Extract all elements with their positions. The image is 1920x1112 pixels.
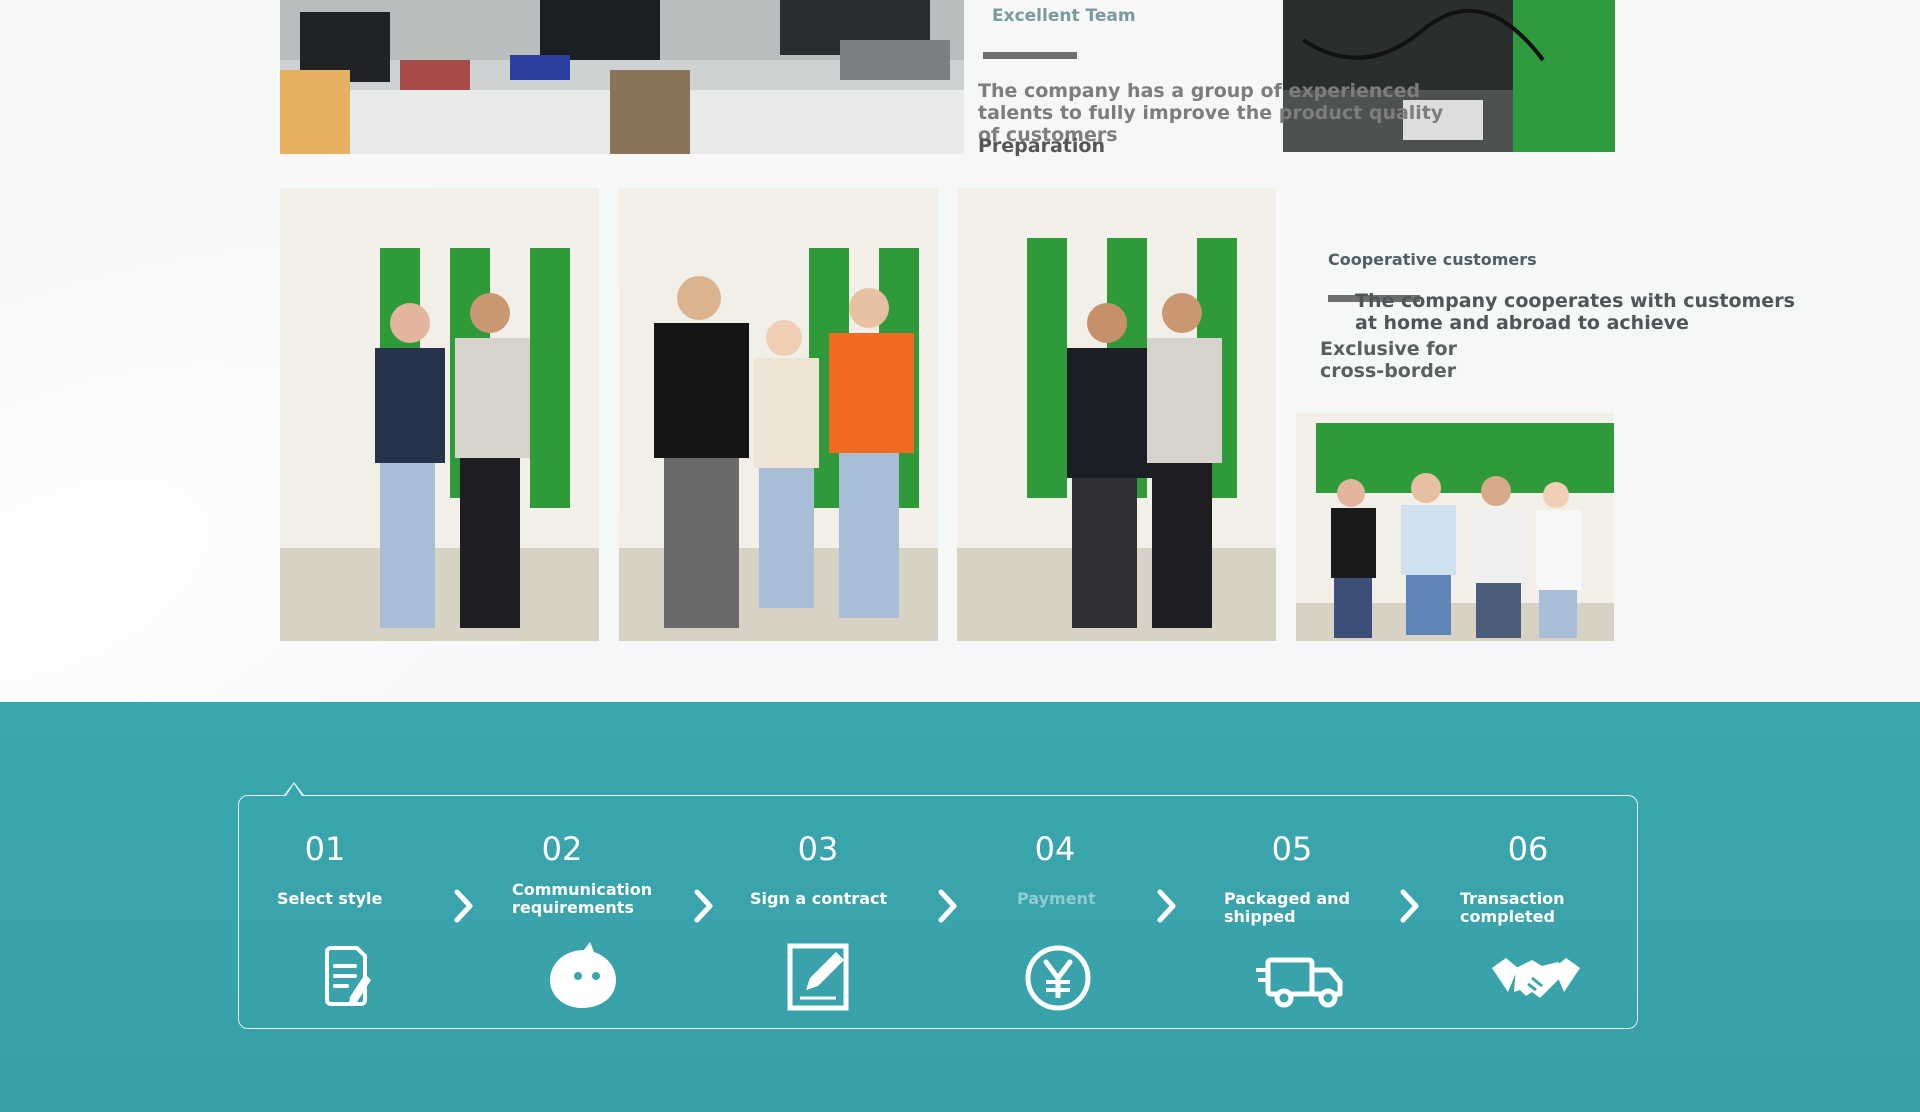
document-edit-icon [295,938,395,1018]
cooperation-exclusive: Exclusive for cross-border [1320,338,1457,382]
chevron-right-icon [1398,888,1422,924]
chevron-right-icon [452,888,476,924]
step-number: 02 [541,830,583,868]
delivery-truck-icon [1254,938,1354,1018]
chevron-right-icon [692,888,716,924]
customer-photo-4 [1296,413,1614,641]
handshake-icon [1486,938,1586,1018]
office-team-photo [280,0,964,154]
step-label: Communication requirements [512,880,653,917]
step-label: Transaction completed [1460,889,1565,926]
customer-photo-3 [957,188,1276,641]
yen-coin-icon [1008,938,1108,1018]
sign-contract-icon [768,938,868,1018]
step-number: 06 [1507,830,1549,868]
step-number: 01 [304,830,346,868]
step-label: Packaged and shipped [1224,889,1350,926]
chevron-right-icon [936,888,960,924]
step-label: Payment [1017,889,1096,908]
chat-bubble-icon [534,938,634,1018]
team-title: Excellent Team [992,6,1136,26]
team-title-underline [983,52,1077,59]
customer-photo-1 [280,188,599,641]
team-preparation: Preparation [978,135,1105,157]
step-number: 03 [797,830,839,868]
customer-photo-2 [619,188,938,641]
step-label: Select style [277,889,383,908]
cooperation-title: Cooperative customers [1328,250,1537,269]
step-number: 04 [1034,830,1076,868]
step-number: 05 [1271,830,1313,868]
cooperation-description: The company cooperates with customers at… [1355,290,1795,334]
step-label: Sign a contract [750,889,888,908]
chevron-right-icon [1155,888,1179,924]
